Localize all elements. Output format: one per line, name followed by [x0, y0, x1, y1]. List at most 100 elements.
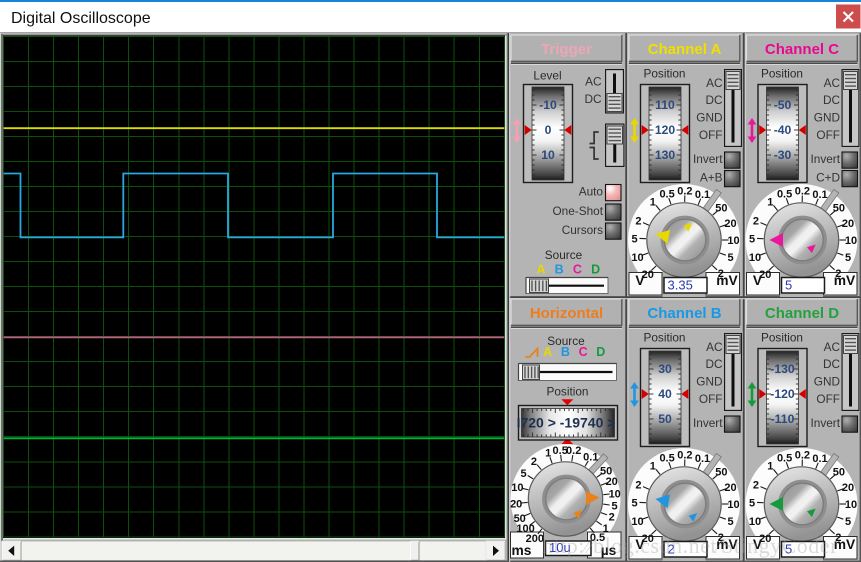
- svg-text:50: 50: [715, 203, 727, 215]
- svg-text:DC: DC: [584, 92, 602, 106]
- svg-text:5: 5: [727, 252, 733, 264]
- svg-text:DC: DC: [705, 357, 723, 371]
- svg-text:C: C: [579, 345, 588, 359]
- svg-text:Invert: Invert: [810, 416, 840, 430]
- svg-text:B: B: [555, 263, 564, 277]
- svg-text:1: 1: [650, 461, 656, 473]
- svg-text:Position: Position: [547, 385, 589, 399]
- svg-text:5: 5: [845, 252, 851, 264]
- svg-text:10: 10: [845, 235, 857, 247]
- svg-text:0.2: 0.2: [795, 450, 810, 462]
- svg-text:0.5: 0.5: [777, 189, 792, 201]
- svg-text:ms: ms: [512, 543, 532, 558]
- svg-text:10: 10: [631, 252, 643, 264]
- svg-text:50: 50: [833, 467, 845, 479]
- svg-text:5: 5: [520, 468, 526, 480]
- svg-text:AC: AC: [706, 340, 723, 354]
- svg-text:-110: -110: [771, 412, 795, 426]
- svg-text:10: 10: [631, 516, 643, 528]
- svg-text:2: 2: [635, 216, 641, 228]
- svg-text:Cursors: Cursors: [562, 223, 603, 237]
- svg-text:5: 5: [631, 233, 637, 245]
- svg-text:0.5: 0.5: [659, 189, 674, 201]
- svg-text:A: A: [543, 345, 552, 359]
- svg-text:Position: Position: [644, 67, 686, 81]
- svg-text:30: 30: [658, 362, 672, 376]
- svg-text:OFF: OFF: [816, 128, 840, 142]
- svg-text:OFF: OFF: [699, 128, 723, 142]
- svg-text:10: 10: [609, 488, 621, 500]
- svg-text:mV: mV: [834, 273, 856, 288]
- svg-text:AC: AC: [585, 75, 602, 89]
- svg-text:1: 1: [767, 461, 773, 473]
- svg-text:10: 10: [727, 235, 739, 247]
- svg-text:20: 20: [842, 218, 854, 230]
- svg-text:DC: DC: [705, 93, 723, 107]
- svg-text:-50: -50: [774, 98, 792, 112]
- svg-text:Position: Position: [761, 331, 803, 345]
- svg-text:1: 1: [767, 197, 773, 209]
- svg-text:5: 5: [845, 516, 851, 528]
- svg-text:0.2: 0.2: [677, 186, 692, 198]
- svg-text:0: 0: [545, 123, 552, 137]
- svg-text:A: A: [536, 263, 545, 277]
- svg-text:Invert: Invert: [693, 416, 723, 430]
- svg-text:5: 5: [749, 233, 755, 245]
- svg-text:10: 10: [511, 482, 523, 494]
- svg-text:2: 2: [753, 216, 759, 228]
- svg-text:2: 2: [753, 480, 759, 492]
- svg-text:-120: -120: [770, 387, 795, 401]
- svg-text:20: 20: [510, 499, 522, 511]
- svg-text:Invert: Invert: [693, 152, 723, 166]
- svg-text:0.2: 0.2: [677, 450, 692, 462]
- svg-text:50: 50: [715, 467, 727, 479]
- svg-text:10: 10: [541, 148, 555, 162]
- svg-text:AC: AC: [824, 340, 841, 354]
- svg-text:DC: DC: [823, 357, 841, 371]
- svg-text:OFF: OFF: [816, 392, 840, 406]
- svg-text:0.1: 0.1: [812, 189, 827, 201]
- svg-text:GND: GND: [696, 111, 722, 125]
- svg-text:120: 120: [655, 123, 676, 137]
- svg-text:0.1: 0.1: [583, 452, 598, 464]
- svg-text:1: 1: [650, 197, 656, 209]
- svg-text:20: 20: [724, 482, 736, 494]
- svg-text:10: 10: [845, 499, 857, 511]
- svg-text:AC: AC: [824, 76, 841, 90]
- svg-text:2: 2: [609, 512, 615, 524]
- svg-text:0.1: 0.1: [812, 453, 827, 465]
- svg-text:D: D: [596, 345, 605, 359]
- svg-text:Trigger: Trigger: [541, 41, 592, 58]
- svg-text:C: C: [573, 263, 582, 277]
- svg-text:AC: AC: [706, 76, 723, 90]
- svg-text:V: V: [635, 273, 645, 288]
- svg-text:10: 10: [749, 252, 761, 264]
- svg-text:Source: Source: [545, 248, 583, 262]
- svg-text:Digital Oscilloscope: Digital Oscilloscope: [11, 10, 151, 27]
- svg-text:GND: GND: [814, 375, 840, 389]
- svg-text:0.1: 0.1: [695, 453, 710, 465]
- svg-text:D: D: [591, 263, 600, 277]
- svg-text:0.5: 0.5: [659, 453, 674, 465]
- svg-text:Invert: Invert: [810, 152, 840, 166]
- svg-text:10: 10: [727, 499, 739, 511]
- svg-text:20: 20: [606, 476, 618, 488]
- svg-text:-130: -130: [770, 362, 795, 376]
- svg-text:3.35: 3.35: [668, 278, 693, 293]
- svg-text:50: 50: [833, 203, 845, 215]
- svg-text:GND: GND: [696, 375, 722, 389]
- svg-text:0.2: 0.2: [795, 186, 810, 198]
- svg-text:I720 > -19740 >: I720 > -19740 >: [517, 415, 616, 431]
- svg-text:V: V: [753, 273, 763, 288]
- svg-text:10: 10: [749, 516, 761, 528]
- svg-text:GND: GND: [814, 111, 840, 125]
- svg-text:One-Shot: One-Shot: [553, 204, 604, 218]
- svg-text:B: B: [561, 345, 570, 359]
- svg-text:-10: -10: [539, 98, 557, 112]
- svg-text:1: 1: [545, 448, 551, 460]
- svg-text:40: 40: [658, 387, 672, 401]
- svg-text:C+D: C+D: [816, 171, 840, 185]
- svg-text:2: 2: [531, 456, 537, 468]
- svg-text:Channel D: Channel D: [765, 305, 839, 322]
- svg-text:Auto: Auto: [579, 185, 604, 199]
